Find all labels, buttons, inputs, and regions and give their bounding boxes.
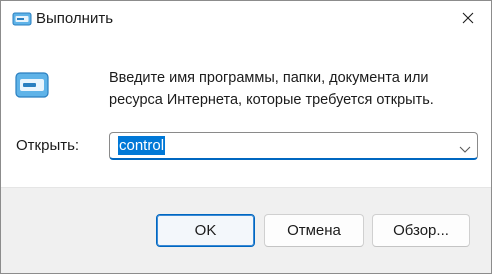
open-combobox[interactable]: control bbox=[109, 132, 478, 160]
open-input[interactable]: control bbox=[118, 136, 166, 155]
ok-button[interactable]: OK bbox=[156, 214, 255, 247]
dialog-footer: OK Отмена Обзор... bbox=[1, 187, 491, 273]
browse-button[interactable]: Обзор... bbox=[372, 214, 470, 247]
window-title: Выполнить bbox=[36, 10, 114, 27]
description-text: Введите имя программы, папки, документа … bbox=[109, 70, 434, 108]
chevron-down-icon[interactable] bbox=[459, 141, 471, 153]
run-dialog-icon bbox=[12, 11, 32, 27]
title-bar[interactable]: Выполнить bbox=[1, 1, 491, 39]
close-icon bbox=[462, 11, 474, 29]
run-dialog: Выполнить Введите имя программы, папки, … bbox=[0, 0, 492, 274]
cancel-button[interactable]: Отмена bbox=[264, 214, 364, 247]
open-label: Открыть: bbox=[16, 137, 80, 154]
dialog-content: Введите имя программы, папки, документа … bbox=[1, 39, 491, 187]
close-button[interactable] bbox=[445, 1, 491, 39]
run-dialog-icon bbox=[15, 71, 49, 99]
